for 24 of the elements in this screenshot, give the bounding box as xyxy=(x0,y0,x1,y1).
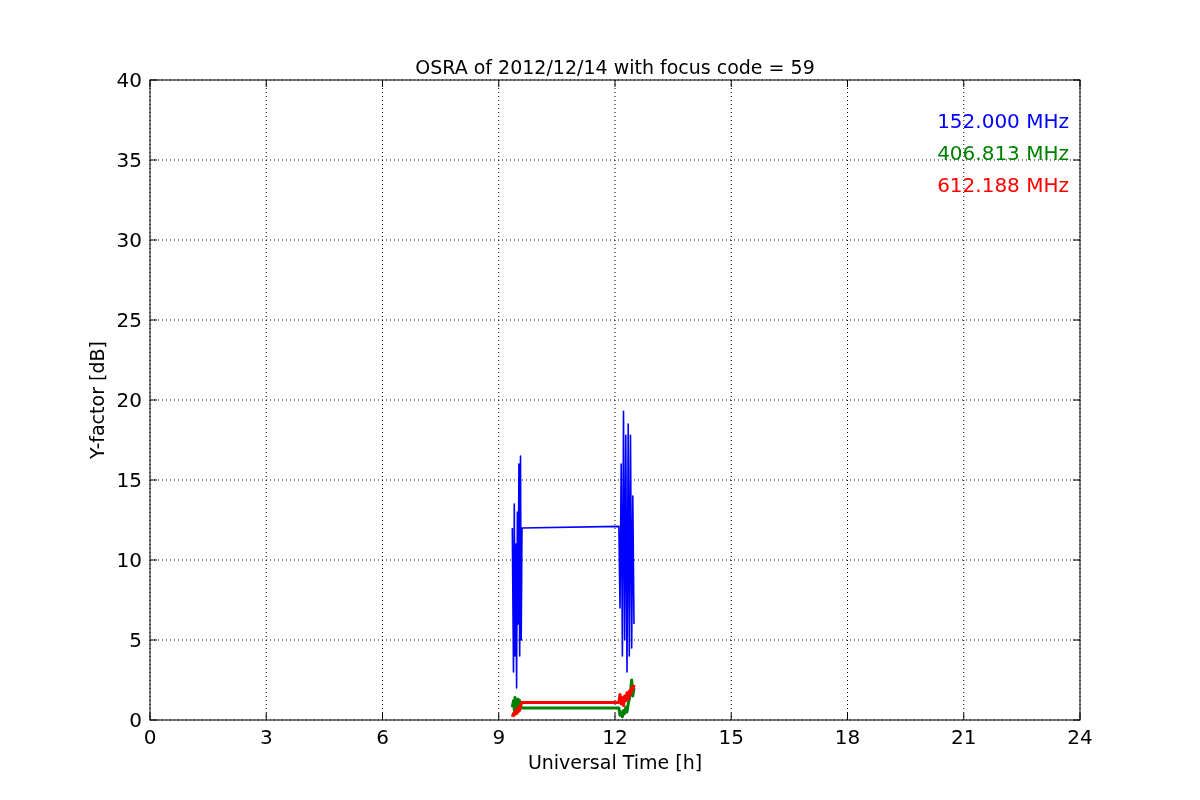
x-tick-label: 12 xyxy=(602,725,628,749)
y-tick-label: 0 xyxy=(129,708,142,732)
x-tick-label: 24 xyxy=(1067,725,1093,749)
x-tick-label: 0 xyxy=(143,725,157,749)
y-tick-label: 5 xyxy=(129,628,142,652)
y-tick-label: 15 xyxy=(116,468,142,492)
y-tick-label: 35 xyxy=(116,148,142,172)
legend-label: 152.000 MHz xyxy=(937,109,1069,133)
y-axis-label: Y-factor [dB] xyxy=(86,341,108,459)
x-tick-label: 15 xyxy=(718,725,744,749)
legend-label: 406.813 MHz xyxy=(937,141,1069,165)
y-tick-label: 10 xyxy=(116,548,142,572)
y-tick-label: 20 xyxy=(116,388,142,412)
x-tick-label: 3 xyxy=(259,725,273,749)
x-tick-label: 21 xyxy=(951,725,977,749)
legend-label: 612.188 MHz xyxy=(937,173,1069,197)
x-tick-label: 18 xyxy=(834,725,861,749)
x-tick-label: 9 xyxy=(492,725,506,749)
y-tick-label: 25 xyxy=(116,308,142,332)
y-tick-label: 40 xyxy=(116,68,142,92)
x-axis-label: Universal Time [h] xyxy=(527,751,703,773)
chart-title: OSRA of 2012/12/14 with focus code = 59 xyxy=(415,56,815,78)
x-tick-label: 6 xyxy=(376,725,389,749)
y-tick-label: 30 xyxy=(116,228,142,252)
